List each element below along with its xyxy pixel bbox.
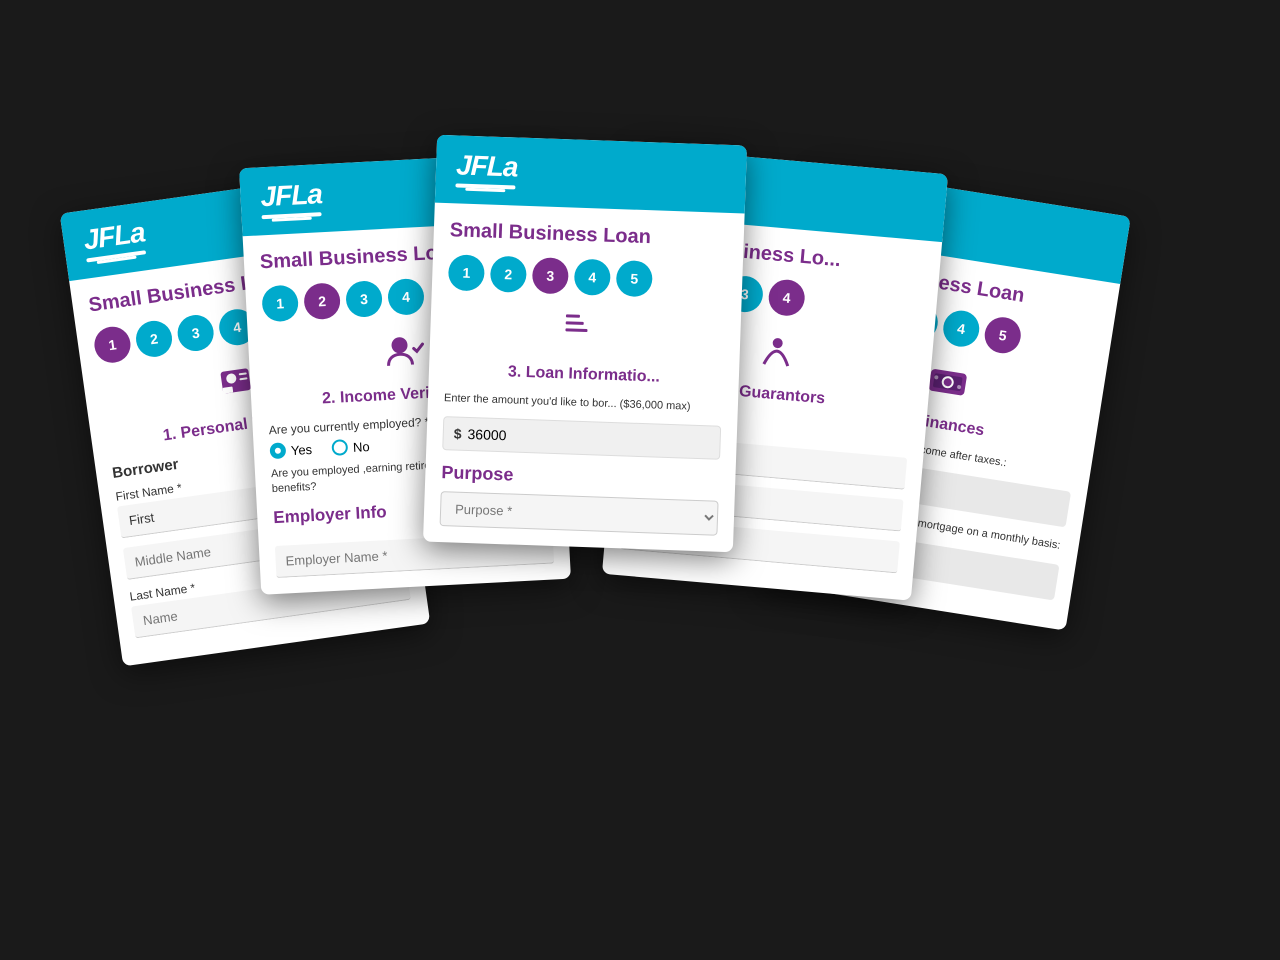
yes-label: Yes [290,441,312,457]
loan-icon [446,304,726,363]
loan-prompt: Enter the amount you'd like to bor... ($… [444,391,722,416]
loan-title-3: Small Business Loan [449,219,728,252]
logo-underline-2 [262,212,322,219]
step-3-dot-c3: 3 [532,257,569,294]
step-5-dot-c3: 5 [616,260,653,297]
step-2-dot-c2: 2 [303,282,341,320]
step-4-dot-c4: 4 [767,278,806,317]
step-1-dot-c2: 1 [261,285,299,323]
step-4-dot-c5: 4 [941,308,982,349]
step-5-dot-c5: 5 [982,315,1023,356]
step-4-dot-c2: 4 [387,278,425,316]
yes-option[interactable]: Yes [269,441,312,459]
yes-radio[interactable] [269,442,286,459]
jfla-logo-3: JFLa [456,151,727,188]
card-loan-information: JFLa Small Business Loan 1 2 3 4 5 3. Lo… [423,135,747,553]
purpose-select[interactable]: Purpose * [440,491,719,536]
amount-input-container: $ [442,416,721,460]
logo-underline-3 [455,183,515,189]
cards-scene: JFLa Small Business Loan 1 2 3 4 5 [90,130,1190,830]
card-3-header: JFLa [435,135,747,214]
step-1-dot: 1 [92,324,133,365]
no-option[interactable]: No [332,438,370,456]
no-label: No [353,438,370,454]
step-3-dot: 3 [175,313,216,354]
card-3-section-title: 3. Loan Informatio... [445,361,723,389]
step-2-dot-c3: 2 [490,256,527,293]
card-3-body: Small Business Loan 1 2 3 4 5 3. Loan In… [423,203,745,553]
no-radio[interactable] [332,439,349,456]
step-1-dot-c3: 1 [448,254,485,291]
purpose-title: Purpose [441,462,720,493]
step-2-dot: 2 [134,319,175,360]
step-4-dot-c3: 4 [574,259,611,296]
dollar-sign: $ [453,426,461,442]
step-indicators-3: 1 2 3 4 5 [448,254,727,300]
step-3-dot-c2: 3 [345,280,383,318]
amount-input[interactable] [467,426,710,450]
